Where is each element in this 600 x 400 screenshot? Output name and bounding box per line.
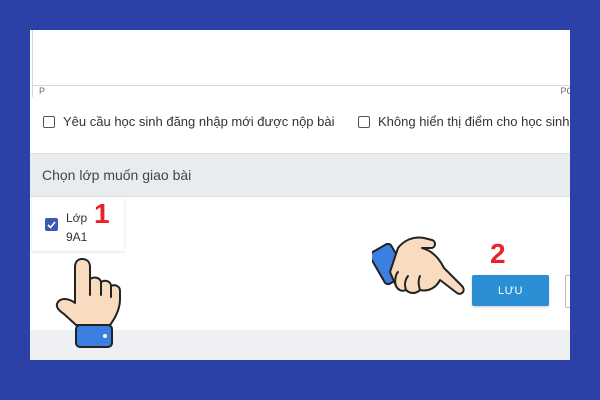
- text-editor-area[interactable]: [32, 30, 570, 86]
- class-section-title: Chọn lớp muốn giao bài: [42, 167, 192, 183]
- step-number-1: 1: [94, 198, 110, 229]
- step-number-2: 2: [490, 238, 506, 269]
- secondary-button[interactable]: [565, 275, 570, 308]
- class-section-header: Chọn lớp muốn giao bài: [30, 153, 570, 197]
- require-login-label: Yêu cầu học sinh đăng nhập mới được nộp …: [63, 114, 335, 129]
- pointing-hand-icon: [55, 258, 121, 348]
- hide-score-checkbox[interactable]: [358, 115, 370, 128]
- class-checkbox[interactable]: [45, 218, 58, 231]
- pointing-hand-icon: [372, 236, 465, 295]
- checkmark-icon: [47, 220, 56, 229]
- editor-path-indicator: P: [39, 86, 46, 96]
- require-login-option[interactable]: Yêu cầu học sinh đăng nhập mới được nộp …: [43, 114, 334, 129]
- require-login-checkbox[interactable]: [43, 115, 55, 128]
- hide-score-label: Không hiển thị điểm cho học sinh: [378, 114, 570, 129]
- editor-status-bar: P PC: [32, 85, 570, 97]
- save-button[interactable]: LƯU: [472, 275, 549, 306]
- class-card-9a1[interactable]: Lớp 9A1: [32, 197, 124, 251]
- hide-score-option[interactable]: Không hiển thị điểm cho học sinh: [358, 114, 570, 129]
- editor-word-count: PC: [560, 86, 570, 96]
